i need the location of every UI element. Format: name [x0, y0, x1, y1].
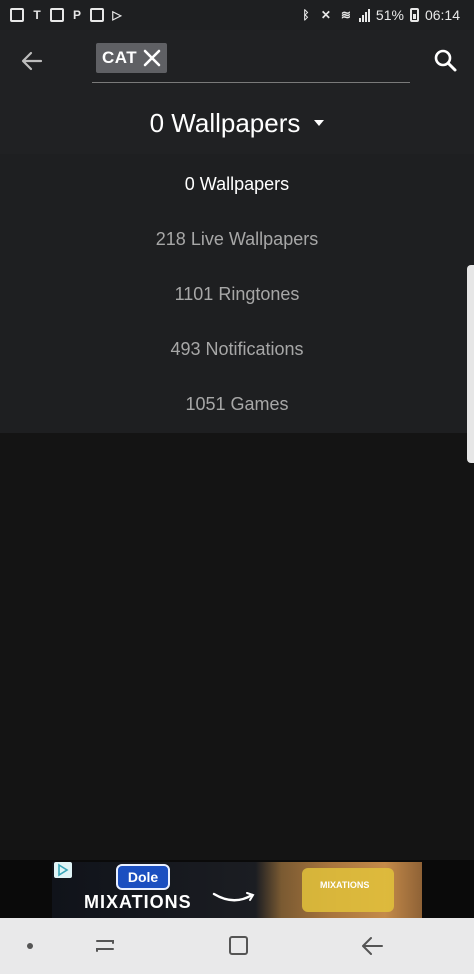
menu-item-label: 218 Live Wallpapers [155, 229, 319, 249]
triangle-down-icon [314, 120, 325, 126]
menu-item-wallpapers[interactable]: 0 Wallpapers [0, 157, 474, 212]
back-arrow-icon [21, 51, 43, 71]
ad-product-image [302, 868, 394, 912]
menu-item-label: 1101 Ringtones [174, 284, 300, 304]
play-icon: ▷ [112, 8, 122, 22]
menu-item-label: 493 Notifications [170, 339, 304, 359]
battery-icon [409, 8, 419, 22]
menu-item-live-wallpapers[interactable]: 218 Live Wallpapers [0, 212, 474, 267]
back-button[interactable] [14, 44, 50, 78]
category-menu: 0 Wallpapers 218 Live Wallpapers 1101 Ri… [0, 154, 474, 433]
search-chip-label: CAT [102, 48, 138, 67]
menu-item-label: 0 Wallpapers [184, 174, 290, 194]
amazon-smile-icon [212, 892, 255, 902]
recent-apps-button[interactable] [86, 930, 126, 962]
search-field[interactable]: CAT [92, 38, 410, 83]
signal-icon [358, 8, 370, 22]
search-button[interactable] [426, 44, 464, 78]
search-icon [434, 49, 457, 72]
email-icon [10, 8, 24, 22]
notification-icons: T P ▷ [0, 8, 124, 22]
screen: T P ▷ ᛒ ✕ ≋ 51% 06:14 CAT 0 Wallpapers 0… [0, 0, 474, 974]
edge-panel-handle[interactable] [467, 265, 474, 463]
category-dropdown-label: 0 Wallpapers [149, 107, 301, 138]
menu-item-label: 1051 Games [185, 394, 289, 414]
recent-apps-icon [96, 940, 114, 952]
status-bar: T P ▷ ᛒ ✕ ≋ 51% 06:14 [0, 0, 474, 30]
mute-icon: ✕ [320, 8, 331, 22]
search-chip: CAT [96, 43, 168, 73]
clock: 06:14 [424, 7, 460, 23]
close-icon[interactable] [143, 49, 161, 67]
paypal-icon: P [72, 8, 81, 22]
nav-dot-button[interactable] [12, 930, 52, 962]
wifi-icon: ≋ [340, 8, 351, 22]
ad-choices-icon[interactable] [54, 862, 72, 878]
category-menu-list: 0 Wallpapers 218 Live Wallpapers 1101 Ri… [0, 154, 474, 432]
image-icon [50, 8, 64, 22]
ad-brand-text: MIXATIONS [84, 892, 192, 912]
back-arrow-icon [362, 937, 383, 955]
home-icon [229, 936, 248, 955]
system-nav-bar [0, 918, 474, 974]
t-mobile-icon: T [33, 8, 41, 22]
nav-back-button[interactable] [352, 930, 392, 962]
ad-logo: Dole [116, 864, 170, 890]
ad-image[interactable]: Dole MIXATIONS MIXATIONS [52, 862, 422, 918]
ad-banner: Dole MIXATIONS MIXATIONS [0, 860, 474, 918]
checkbox-icon [90, 8, 104, 22]
bluetooth-icon: ᛒ [302, 8, 310, 22]
top-app-bar: CAT [0, 30, 474, 92]
menu-item-games[interactable]: 1051 Games [0, 377, 474, 432]
system-icons: ᛒ ✕ ≋ 51% 06:14 [299, 7, 474, 23]
home-button[interactable] [218, 930, 258, 962]
battery-percent: 51% [375, 7, 404, 23]
dot-icon [27, 943, 33, 949]
category-dropdown[interactable]: 0 Wallpapers [0, 92, 474, 154]
ad-product-label: MIXATIONS [320, 880, 370, 890]
menu-item-notifications[interactable]: 493 Notifications [0, 322, 474, 377]
menu-item-ringtones[interactable]: 1101 Ringtones [0, 267, 474, 322]
ad-choices-triangle-icon [58, 863, 69, 877]
